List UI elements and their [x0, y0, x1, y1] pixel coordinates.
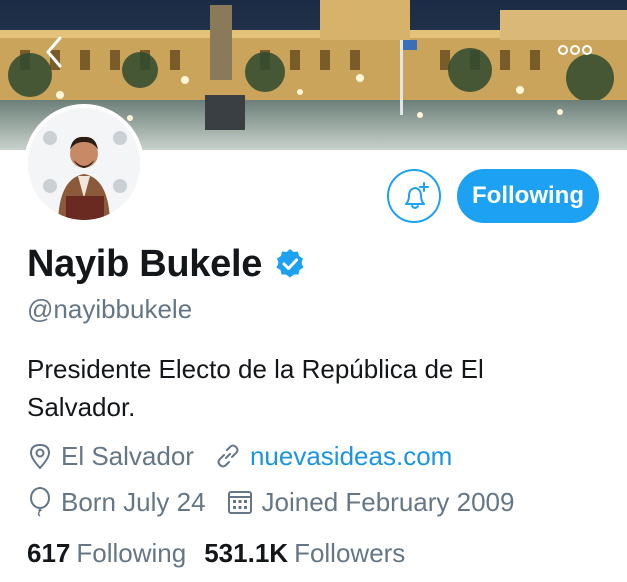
back-button[interactable] — [36, 32, 70, 72]
profile-bio: Presidente Electo de la República de El … — [27, 354, 484, 422]
more-horizontal-icon — [558, 45, 592, 55]
profile-meta-row-2: Born July 24 Joined February 2009 — [27, 485, 534, 519]
website-link[interactable]: nuevasideas.com — [250, 441, 452, 472]
location-pin-icon — [30, 444, 50, 469]
verified-badge-icon — [276, 249, 304, 278]
profile-name-row: Nayib Bukele — [27, 240, 306, 288]
profile-meta-row-1: El Salvador nuevasideas.com — [27, 439, 472, 473]
joined-text: Joined February 2009 — [261, 486, 515, 517]
website-item[interactable]: nuevasideas.com — [214, 441, 452, 472]
link-icon — [217, 444, 239, 468]
location-text: El Salvador — [61, 440, 194, 471]
birthday-item: Born July 24 — [27, 487, 206, 518]
notifications-toggle-button[interactable] — [387, 169, 441, 223]
calendar-icon — [227, 491, 252, 514]
more-options-button[interactable] — [555, 40, 595, 60]
following-button[interactable]: Following — [457, 169, 599, 223]
balloon-icon — [30, 487, 50, 517]
following-stat[interactable]: 617 Following — [27, 538, 186, 569]
chevron-left-icon — [46, 36, 62, 68]
profile-stats: 617 Following 531.1K Followers — [27, 535, 423, 571]
user-handle: @nayibbukele — [27, 294, 193, 324]
display-name: Nayib Bukele — [27, 242, 263, 285]
bell-plus-icon — [405, 182, 429, 209]
birthday-text: Born July 24 — [61, 486, 206, 517]
followers-count: 531.1K — [204, 537, 289, 568]
avatar[interactable] — [24, 104, 144, 224]
joined-item: Joined February 2009 — [226, 486, 515, 518]
location-item: El Salvador — [27, 441, 194, 472]
followers-label: Followers — [294, 537, 406, 568]
followers-stat[interactable]: 531.1K Followers — [204, 538, 405, 569]
following-count: 617 — [27, 537, 71, 568]
following-label: Following — [76, 537, 187, 568]
